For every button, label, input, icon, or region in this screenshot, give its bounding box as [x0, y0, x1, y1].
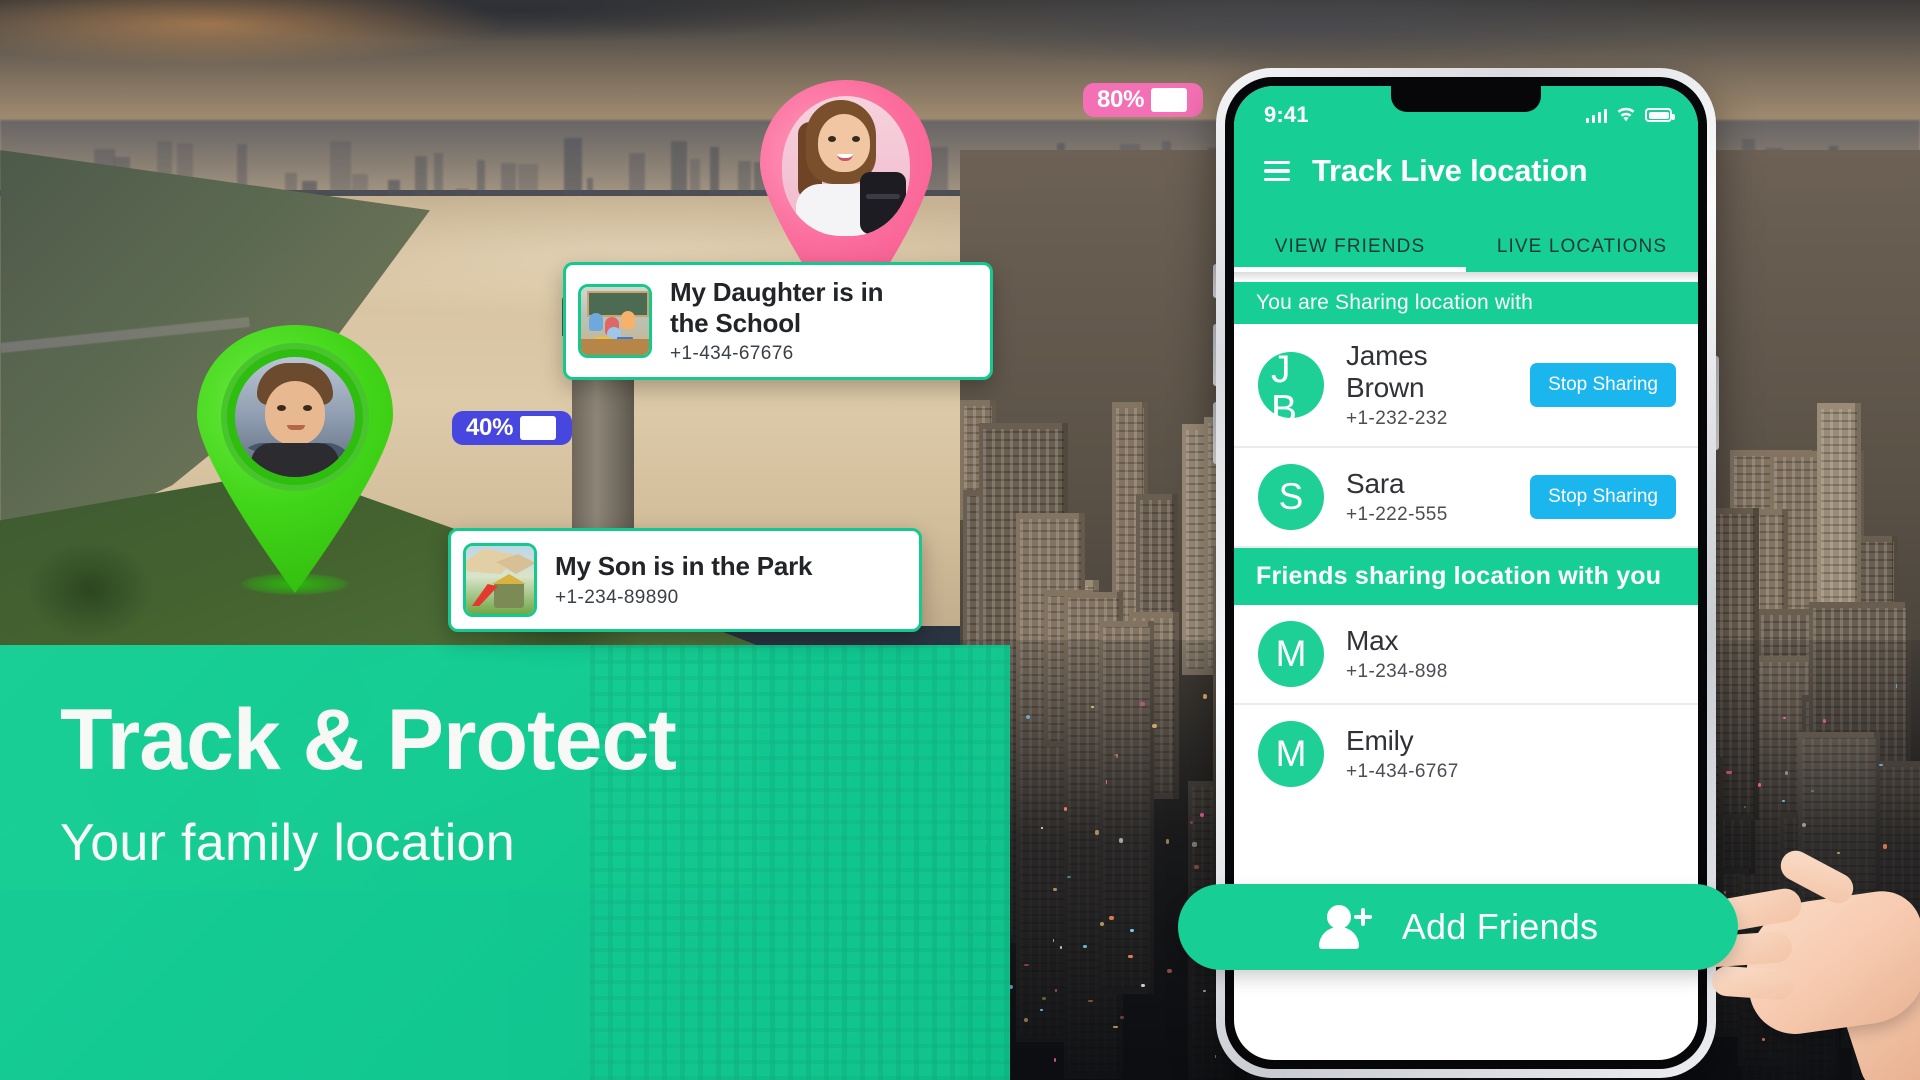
list-item[interactable]: M Emily +1-434-6767	[1234, 705, 1698, 803]
location-callout-son[interactable]: My Son is in the Park +1-234-89890	[448, 528, 922, 632]
list-item[interactable]: M Max +1-234-898	[1234, 605, 1698, 705]
callout-title: My Son is in the Park	[555, 551, 813, 582]
section-header-sharing-with: You are Sharing location with	[1234, 282, 1698, 324]
avatar-initial: S	[1278, 476, 1304, 517]
avatar-initial: M	[1275, 733, 1307, 774]
battery-cell-icon	[520, 416, 557, 440]
hamburger-menu-icon[interactable]	[1264, 160, 1290, 182]
promo-banner: Track & Protect Your family location	[0, 645, 1010, 1080]
add-user-icon	[1318, 905, 1372, 949]
list-item-text: James Brown +1-232-232	[1346, 340, 1508, 430]
son-avatar-photo	[235, 357, 355, 477]
contact-name: Max	[1346, 625, 1399, 656]
tab-label: LIVE LOCATIONS	[1496, 236, 1668, 257]
battery-percent-label: 40%	[466, 414, 514, 441]
battery-nub-icon	[558, 422, 564, 434]
girl-illustration	[782, 96, 910, 236]
playground-thumbnail-icon	[463, 543, 537, 617]
list-item[interactable]: J B James Brown +1-232-232 Stop Sharing	[1234, 324, 1698, 448]
status-bar-icons	[1585, 107, 1675, 123]
classroom-thumbnail-icon	[578, 284, 652, 359]
callout-text-block: My Daughter is in the School +1-434-6767…	[670, 277, 910, 365]
stop-sharing-button[interactable]: Stop Sharing	[1530, 475, 1676, 519]
signal-icon	[1585, 108, 1607, 123]
avatar-initial: M	[1275, 633, 1307, 674]
callout-phone: +1-234-89890	[555, 586, 679, 608]
tab-label: VIEW FRIENDS	[1274, 236, 1426, 257]
promo-screenshot-canvas: Track & Protect Your family location 80%	[0, 0, 1920, 1080]
pointing-hand-illustration	[1682, 845, 1920, 1080]
battery-percent-label: 80%	[1097, 86, 1145, 113]
avatar: S	[1258, 464, 1324, 530]
callout-title: My Daughter is in the School	[670, 277, 884, 338]
boy-illustration	[235, 357, 355, 477]
contact-phone: +1-232-232	[1346, 408, 1448, 429]
avatar: M	[1258, 621, 1324, 687]
battery-badge-son: 40%	[452, 411, 573, 445]
add-friends-label: Add Friends	[1401, 906, 1599, 947]
section-header-sharing-with-you: Friends sharing location with you	[1234, 548, 1698, 605]
add-friends-button[interactable]: Add Friends	[1178, 884, 1738, 970]
contact-phone: +1-222-555	[1346, 504, 1448, 525]
list-item-text: Max +1-234-898	[1346, 625, 1676, 683]
wifi-icon	[1617, 107, 1635, 122]
location-callout-daughter[interactable]: My Daughter is in the School +1-434-6767…	[563, 262, 993, 381]
contact-name: Sara	[1346, 468, 1405, 499]
battery-cell-icon	[1151, 88, 1188, 112]
phone-notch	[1391, 86, 1541, 112]
map-pin-son[interactable]	[197, 325, 393, 595]
list-item-text: Emily +1-434-6767	[1346, 725, 1676, 783]
contact-phone: +1-434-6767	[1346, 761, 1459, 782]
status-bar-time: 9:41	[1264, 102, 1309, 127]
battery-icon	[1645, 108, 1675, 122]
avatar-initial-second: B	[1271, 388, 1298, 431]
avatar-initial-first: J	[1271, 348, 1291, 391]
list-item[interactable]: S Sara +1-222-555 Stop Sharing	[1234, 448, 1698, 548]
callout-phone: +1-434-67676	[670, 343, 794, 365]
contact-name: Emily	[1346, 725, 1414, 756]
tab-view-friends[interactable]: VIEW FRIENDS	[1234, 236, 1466, 272]
promo-subheadline: Your family location	[60, 814, 515, 872]
contact-phone: +1-234-898	[1346, 661, 1448, 682]
battery-badge-daughter: 80%	[1083, 83, 1204, 117]
tab-bar-shadow	[1234, 272, 1698, 282]
tab-live-locations[interactable]: LIVE LOCATIONS	[1466, 236, 1698, 272]
tab-bar: VIEW FRIENDS LIVE LOCATIONS	[1234, 210, 1698, 272]
daughter-avatar-photo	[782, 96, 910, 236]
avatar: M	[1258, 721, 1324, 787]
avatar: J B	[1258, 348, 1324, 431]
callout-text-block: My Son is in the Park +1-234-89890	[555, 551, 813, 609]
app-bar: Track Live location	[1234, 138, 1698, 210]
list-item-text: Sara +1-222-555	[1346, 468, 1508, 526]
promo-headline: Track & Protect	[60, 692, 677, 788]
app-title: Track Live location	[1312, 153, 1588, 188]
stop-sharing-button[interactable]: Stop Sharing	[1530, 363, 1676, 407]
contact-name: James Brown	[1346, 340, 1428, 403]
battery-nub-icon	[1189, 94, 1195, 106]
